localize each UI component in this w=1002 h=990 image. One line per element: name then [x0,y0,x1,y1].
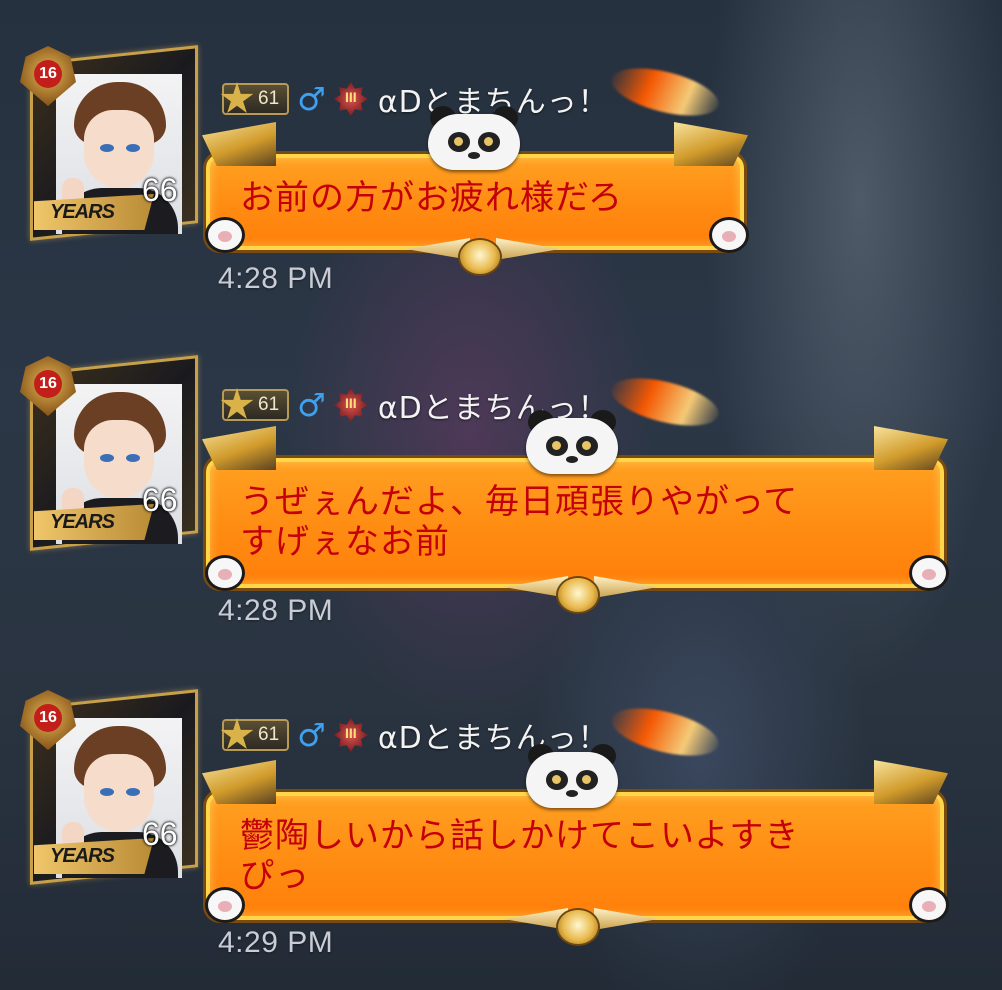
rank-number: 16 [34,704,62,732]
male-icon: ♂ [297,386,326,424]
timestamp: 4:28 PM [218,262,334,295]
user-header: 61 ♂ III αDとまちんっ！ [220,78,609,120]
timestamp: 4:29 PM [218,926,334,959]
flame-decoration [606,59,724,125]
paw-icon [912,558,946,588]
bubble-wing-decoration [874,760,948,804]
rank-number: 16 [34,370,62,398]
title-badge-icon: III [333,388,368,422]
message-text: 鬱陶しいから話しかけてこいよすき ぴっ [240,816,800,896]
paw-icon [912,890,946,920]
star-icon [220,718,254,749]
user-level: 61 [258,724,280,745]
panda-icon [428,106,520,170]
panda-icon [526,744,618,808]
message-text: お前の方がお疲れ様だろ [240,178,623,218]
timestamp: 4:28 PM [218,594,334,627]
male-icon: ♂ [297,80,326,118]
bubble-wing-decoration [874,426,948,470]
title-badge-label: III [344,395,357,411]
avatar[interactable]: 16 YEARS 66 [12,688,198,885]
male-icon: ♂ [297,716,326,754]
chat-stream: 16 YEARS 66 61 ♂ III αDとまちんっ！ お前の方がお疲れ様だ… [0,0,1002,990]
paw-icon [208,220,242,250]
flame-decoration [606,699,724,765]
title-badge-icon: III [333,718,368,752]
user-level-badge: 61 [220,82,290,115]
paw-icon [712,220,746,250]
bell-icon [460,240,500,274]
bell-icon [558,578,598,612]
flame-decoration [606,369,724,435]
avatar-level: 66 [142,172,178,208]
message-bubble[interactable]: お前の方がお疲れ様だろ [202,106,748,274]
message-text: うぜぇんだよ、毎日頑張りやがって すげぇなお前 [240,482,799,562]
message-bubble[interactable]: 鬱陶しいから話しかけてこいよすき ぴっ [202,744,948,944]
avatar-level: 66 [142,482,178,518]
rank-number: 16 [34,60,62,88]
bubble-wing-decoration [202,122,276,166]
user-level-badge: 61 [220,388,290,421]
user-level: 61 [258,394,280,415]
title-badge-label: III [344,725,357,741]
user-level: 61 [258,88,280,109]
bubble-wing-decoration [202,760,276,804]
title-badge-icon: III [333,82,368,116]
bubble-wing-decoration [674,122,748,166]
star-icon [220,82,254,113]
bubble-wing-decoration [202,426,276,470]
avatar[interactable]: 16 YEARS 66 [12,44,198,241]
avatar[interactable]: 16 YEARS 66 [12,354,198,551]
paw-icon [208,558,242,588]
avatar-level: 66 [142,816,178,852]
title-badge-label: III [344,89,357,105]
panda-icon [526,410,618,474]
bell-icon [558,910,598,944]
user-level-badge: 61 [220,718,290,751]
message-bubble[interactable]: うぜぇんだよ、毎日頑張りやがって すげぇなお前 [202,410,948,612]
paw-icon [208,890,242,920]
star-icon [220,388,254,419]
